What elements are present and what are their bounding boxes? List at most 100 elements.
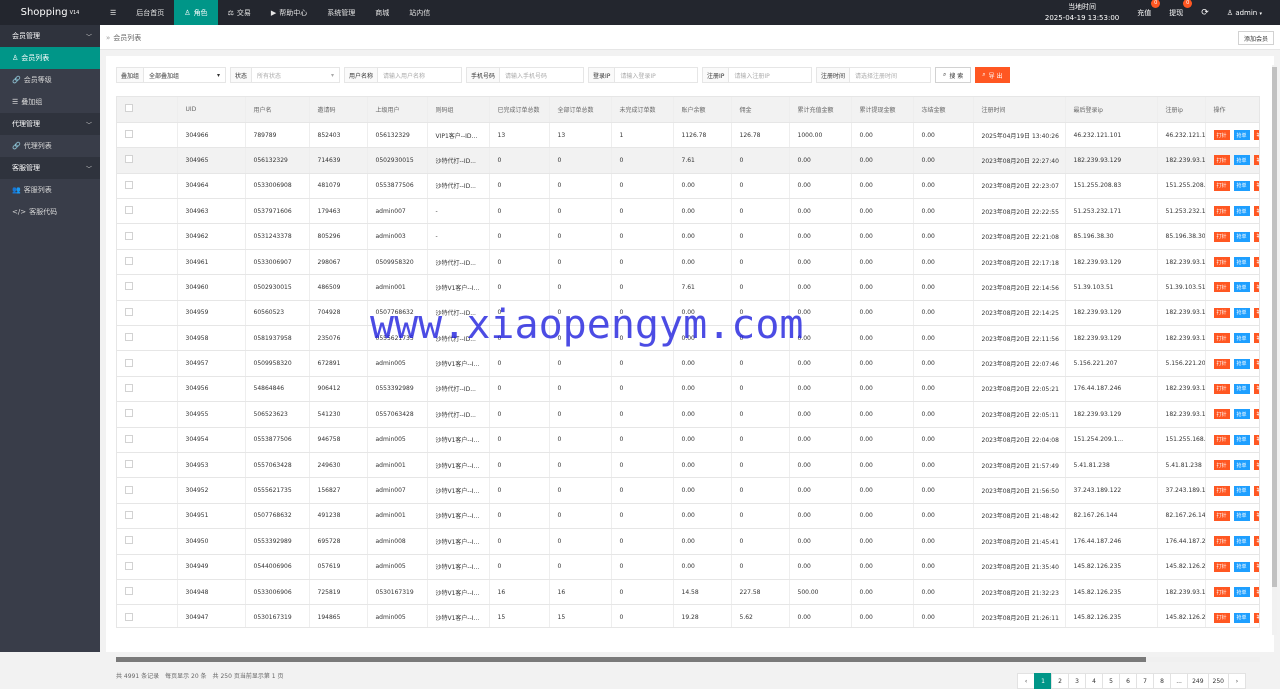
level-button[interactable]: 等级	[1253, 460, 1259, 471]
sidebar-item-0-1[interactable]: 🔗 会员等级	[0, 69, 100, 91]
row-select-cell[interactable]	[117, 401, 178, 428]
row-select-cell[interactable]	[117, 223, 178, 250]
column-header[interactable]: UID	[177, 97, 246, 123]
export-button[interactable]: ⌕ 导 出	[975, 67, 1010, 83]
level-button[interactable]: 等级	[1253, 612, 1259, 623]
pager-page[interactable]: 2	[1051, 673, 1070, 689]
filter-input[interactable]: 请输入手机号码	[500, 68, 583, 82]
table-row[interactable]: 304966 789789 852403 056132329 VIP1客户--ID...…	[117, 122, 1259, 149]
level-button[interactable]: 等级	[1253, 282, 1259, 293]
table-row[interactable]: 304964 0533006908 481079 0553877506 沙特代打--ID…	[117, 173, 1259, 200]
nav-item-6[interactable]: 商城	[365, 0, 399, 25]
per-page[interactable]: 每页显示 20 条	[165, 671, 206, 680]
row-checkbox[interactable]	[125, 510, 133, 519]
level-button[interactable]: 等级	[1253, 257, 1259, 268]
level-button[interactable]: 等级	[1253, 130, 1259, 141]
row-select-cell[interactable]	[117, 452, 178, 479]
sidebar-item-2-1[interactable]: </> 客服代码	[0, 201, 100, 223]
grab-order-button[interactable]: 抢单	[1233, 510, 1250, 521]
grab-order-button[interactable]: 抢单	[1233, 434, 1250, 445]
scroll-thumb[interactable]	[116, 657, 1146, 662]
table-row[interactable]: 304955 506523623 541230 0557063428 沙特代打--ID.…	[117, 401, 1259, 428]
withdraw-link[interactable]: 提现 0	[1169, 0, 1193, 18]
table-row[interactable]: 304962 0531243378 805296 admin003-0 0 0 0.00 0 0…	[117, 223, 1259, 250]
level-button[interactable]: 等级	[1253, 180, 1259, 191]
inject-button[interactable]: 打针	[1213, 257, 1230, 268]
table-row[interactable]: 304953 0557063428 249630 admin001 沙特V1客户--I.…	[117, 452, 1259, 479]
grab-order-button[interactable]: 抢单	[1233, 612, 1250, 623]
vertical-scroll-thumb[interactable]	[1272, 67, 1277, 587]
inject-button[interactable]: 打针	[1213, 307, 1230, 318]
column-header[interactable]: 佣金	[731, 97, 790, 123]
row-checkbox[interactable]	[125, 180, 133, 189]
grab-order-button[interactable]: 抢单	[1233, 206, 1250, 217]
pager-page[interactable]: 249	[1187, 673, 1209, 689]
level-button[interactable]: 等级	[1253, 587, 1259, 598]
inject-button[interactable]: 打针	[1213, 409, 1230, 420]
user-menu[interactable]: ♙ admin ▾	[1227, 9, 1262, 17]
level-button[interactable]: 等级	[1253, 485, 1259, 496]
grab-order-button[interactable]: 抢单	[1233, 231, 1250, 242]
nav-item-7[interactable]: 站内信	[399, 0, 440, 25]
row-checkbox[interactable]	[125, 383, 133, 392]
row-checkbox[interactable]	[125, 155, 133, 164]
inject-button[interactable]: 打针	[1213, 434, 1230, 445]
nav-item-4[interactable]: ▶ 帮助中心	[261, 0, 317, 25]
row-checkbox[interactable]	[125, 231, 133, 240]
table-row[interactable]: 304954 0553877506 946758 admin005 沙特V1客户--I.…	[117, 427, 1259, 453]
sidebar-item-0-0[interactable]: ♙ 会员列表	[0, 47, 100, 69]
table-row[interactable]: 304948 0533006906 725819 0530167319 沙特V1客户--…	[117, 579, 1259, 606]
column-header[interactable]: 账户余额	[673, 97, 732, 123]
grab-order-button[interactable]: 抢单	[1233, 383, 1250, 394]
row-select-cell[interactable]	[117, 122, 178, 149]
column-header[interactable]: 操作	[1205, 97, 1259, 123]
row-checkbox[interactable]	[125, 307, 133, 316]
column-header[interactable]: 累计充值金额	[789, 97, 852, 123]
row-select-cell[interactable]	[117, 249, 178, 276]
grab-order-button[interactable]: 抢单	[1233, 180, 1250, 191]
horizontal-scrollbar[interactable]	[116, 657, 1260, 662]
grab-order-button[interactable]: 抢单	[1233, 282, 1250, 293]
row-select-cell[interactable]	[117, 477, 178, 504]
nav-item-0[interactable]: ☰	[100, 0, 126, 25]
row-select-cell[interactable]	[117, 173, 178, 200]
row-select-cell[interactable]	[117, 503, 178, 530]
grab-order-button[interactable]: 抢单	[1233, 333, 1250, 344]
sidebar-item-2-0[interactable]: 👥 客服列表	[0, 179, 100, 201]
column-header[interactable]: 未完成订单数	[611, 97, 674, 123]
sidebar-group-0[interactable]: 会员管理 ﹀	[0, 25, 100, 47]
inject-button[interactable]: 打针	[1213, 206, 1230, 217]
row-checkbox[interactable]	[125, 333, 133, 342]
level-button[interactable]: 等级	[1253, 383, 1259, 394]
level-button[interactable]: 等级	[1253, 155, 1259, 166]
column-header[interactable]: 累计提现金额	[851, 97, 914, 123]
filter-input[interactable]: 请输入用户名称	[378, 68, 461, 82]
inject-button[interactable]: 打针	[1213, 231, 1230, 242]
row-checkbox[interactable]	[125, 206, 133, 215]
sidebar-item-0-2[interactable]: ☰ 叠加组	[0, 91, 100, 113]
inject-button[interactable]: 打针	[1213, 282, 1230, 293]
inject-button[interactable]: 打针	[1213, 460, 1230, 471]
filter-select[interactable]: 全部叠加组 ▾	[144, 68, 225, 82]
sidebar-group-1[interactable]: 代理管理 ﹀	[0, 113, 100, 135]
level-button[interactable]: 等级	[1253, 333, 1259, 344]
column-header[interactable]: 邀请码	[309, 97, 368, 123]
row-checkbox[interactable]	[125, 536, 133, 545]
level-button[interactable]: 等级	[1253, 409, 1259, 420]
search-button[interactable]: ⌕ 搜 索	[935, 67, 972, 83]
row-select-cell[interactable]	[117, 376, 178, 403]
table-row[interactable]: 304957 0509958320 672891 admin005 沙特V1客户--I.…	[117, 350, 1259, 377]
grab-order-button[interactable]: 抢单	[1233, 155, 1250, 166]
pager-page[interactable]: 6	[1119, 673, 1138, 689]
inject-button[interactable]: 打针	[1213, 587, 1230, 598]
level-button[interactable]: 等级	[1253, 231, 1259, 242]
row-select-cell[interactable]	[117, 198, 178, 225]
row-checkbox[interactable]	[125, 561, 133, 570]
level-button[interactable]: 等级	[1253, 510, 1259, 521]
table-row[interactable]: 304950 0553392989 695728 admin008 沙特V1客户--I.…	[117, 528, 1259, 555]
breadcrumb-label[interactable]: 会员列表	[113, 34, 141, 42]
row-select-cell[interactable]	[117, 554, 178, 580]
inject-button[interactable]: 打针	[1213, 333, 1230, 344]
level-button[interactable]: 等级	[1253, 206, 1259, 217]
grab-order-button[interactable]: 抢单	[1233, 460, 1250, 471]
